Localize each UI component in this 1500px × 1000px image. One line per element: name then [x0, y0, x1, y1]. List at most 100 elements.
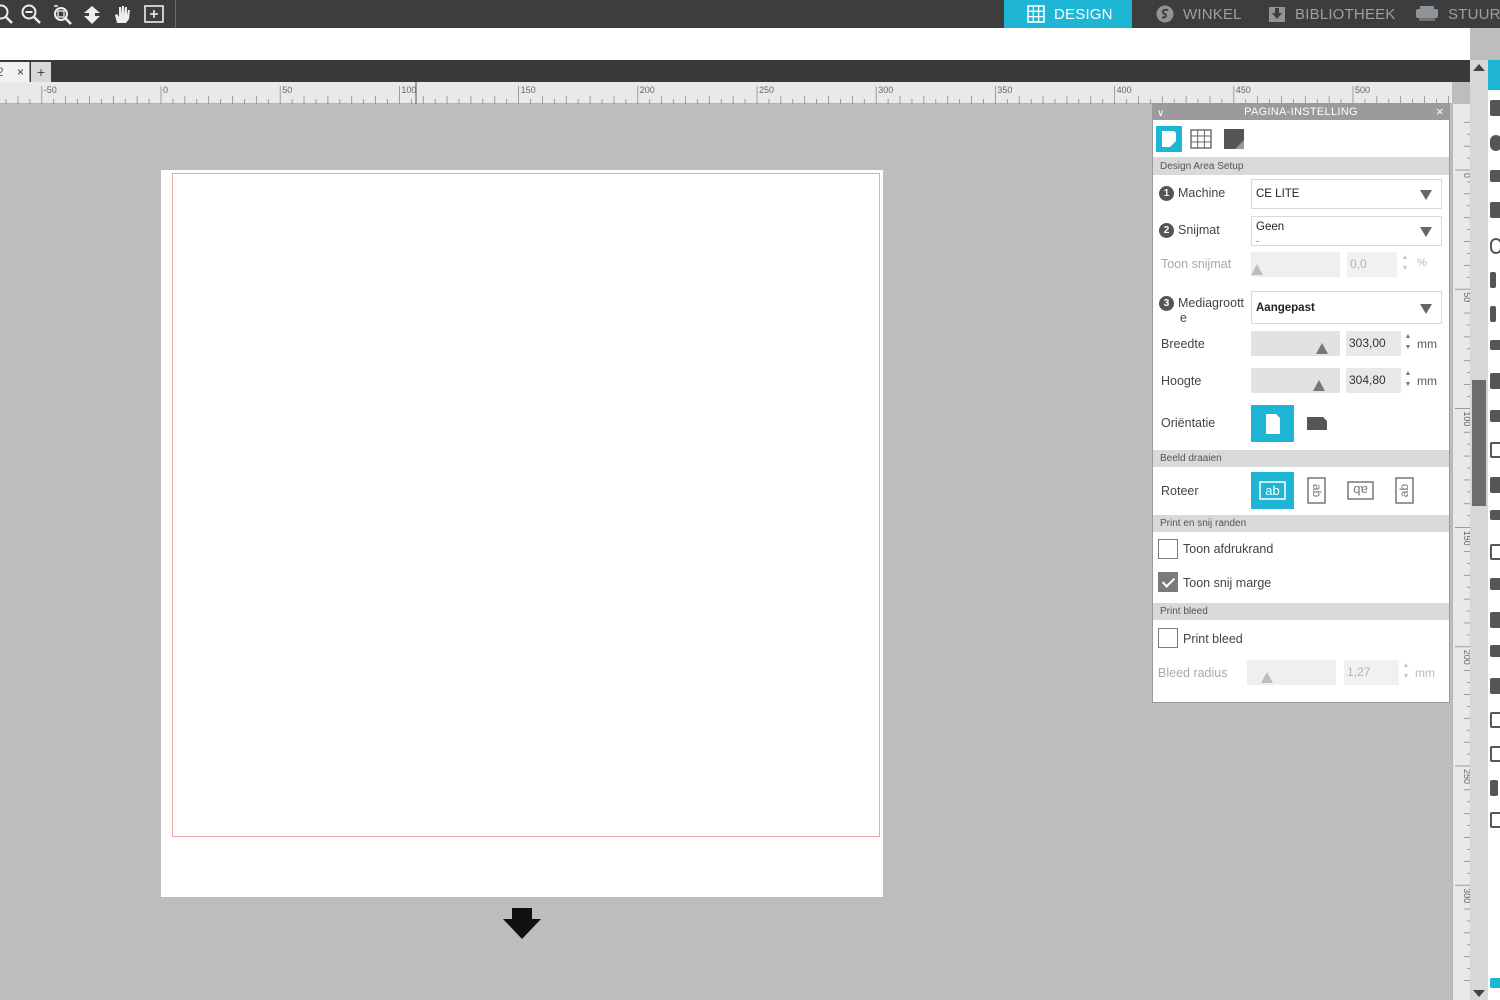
- settings-icon[interactable]: [1490, 978, 1500, 988]
- text-icon[interactable]: [1490, 272, 1496, 288]
- bleed-radius-input[interactable]: 1,27: [1344, 660, 1399, 685]
- spin-up-icon[interactable]: ▲: [1403, 662, 1410, 669]
- hoogte-input[interactable]: 304,80: [1346, 368, 1401, 393]
- right-tool-strip: [1488, 60, 1500, 1000]
- breedte-spinner[interactable]: ▲ ▼: [1404, 331, 1412, 353]
- bleed-radius-slider[interactable]: [1247, 660, 1336, 685]
- transform-icon[interactable]: [1490, 373, 1500, 389]
- fill-pattern-icon[interactable]: [1490, 410, 1500, 422]
- slider-knob-icon[interactable]: [1316, 343, 1328, 354]
- background-icon[interactable]: [1221, 126, 1247, 152]
- close-icon[interactable]: ×: [1436, 104, 1444, 120]
- toon-snijmat-input[interactable]: 0,0: [1347, 252, 1397, 277]
- replicate-icon[interactable]: [1490, 442, 1500, 458]
- rotate-270-button[interactable]: ab: [1383, 472, 1426, 509]
- rotate-0-button[interactable]: ab: [1251, 472, 1294, 509]
- orientatie-row: Oriëntatie: [1153, 402, 1449, 450]
- page-setup-panel: ∨ PAGINA-INSTELLING × Design Area Setup …: [1152, 103, 1450, 703]
- portrait-button[interactable]: [1251, 405, 1294, 442]
- rotate-90-button[interactable]: ab: [1295, 472, 1338, 509]
- fill-icon[interactable]: [1490, 135, 1500, 151]
- view-tools: [0, 0, 176, 28]
- library-icon: [1267, 4, 1287, 24]
- rotate-180-button[interactable]: ab: [1339, 472, 1382, 509]
- snijmat-value-sub: -: [1256, 236, 1259, 246]
- zoom-in-icon[interactable]: [0, 3, 16, 25]
- spin-down-icon[interactable]: ▼: [1402, 265, 1409, 272]
- rotate-0-icon: ab: [1259, 481, 1286, 500]
- spin-down-icon[interactable]: ▼: [1405, 381, 1412, 388]
- align-icon[interactable]: [1490, 340, 1500, 350]
- spin-up-icon[interactable]: ▲: [1402, 254, 1409, 261]
- knife-icon[interactable]: [1490, 645, 1500, 657]
- breedte-input[interactable]: 303,00: [1346, 331, 1401, 356]
- top-toolbar: DESIGN WINKEL BIBLIOTHEEK STUUR: [0, 0, 1500, 28]
- spin-down-icon[interactable]: ▼: [1405, 344, 1412, 351]
- spin-down-icon[interactable]: ▼: [1403, 673, 1410, 680]
- tab-winkel[interactable]: WINKEL: [1133, 0, 1257, 28]
- breedte-slider[interactable]: [1251, 331, 1340, 356]
- vertical-ruler: 0 50 100 150 200 250 300: [1452, 104, 1472, 1000]
- tab-design[interactable]: DESIGN: [1004, 0, 1132, 28]
- image-effects-icon[interactable]: [1490, 812, 1500, 828]
- print-bleed-checkbox[interactable]: [1158, 628, 1178, 648]
- image-icon[interactable]: [1490, 202, 1500, 218]
- toon-snijmat-spinner[interactable]: ▲ ▼: [1401, 252, 1409, 274]
- tool-icon[interactable]: [1490, 306, 1496, 322]
- hoogte-label: Hoogte: [1161, 374, 1202, 388]
- machine-select[interactable]: CE LITE: [1251, 179, 1442, 209]
- layers-icon[interactable]: [1490, 712, 1500, 728]
- scrollbar-thumb[interactable]: [1472, 380, 1486, 506]
- document-tab-bar: 2 × +: [0, 60, 1470, 82]
- tab-stuur[interactable]: STUUR: [1392, 0, 1500, 28]
- move-down-icon[interactable]: [81, 3, 105, 25]
- snijmat-select[interactable]: Geen -: [1251, 216, 1442, 246]
- scroll-down-icon[interactable]: [1473, 990, 1485, 997]
- zoom-page-icon[interactable]: [143, 3, 167, 25]
- page-setup-strip-icon[interactable]: [1488, 60, 1500, 90]
- send-icon[interactable]: [1490, 100, 1500, 116]
- toon-snij-marge-checkbox[interactable]: [1158, 572, 1178, 592]
- star-icon[interactable]: [1490, 544, 1500, 560]
- hoogte-spinner[interactable]: ▲ ▼: [1404, 368, 1412, 390]
- page-setup-icon[interactable]: [1156, 126, 1182, 152]
- offset-icon[interactable]: [1490, 510, 1500, 520]
- toon-afdrukrand-checkbox[interactable]: [1158, 539, 1178, 559]
- landscape-button[interactable]: [1296, 405, 1339, 442]
- shape-icon[interactable]: [1490, 238, 1500, 254]
- line-style-icon[interactable]: [1490, 170, 1500, 182]
- zoom-out-icon[interactable]: [20, 3, 44, 25]
- step-2-badge: 2: [1159, 223, 1174, 238]
- vertical-scrollbar[interactable]: [1470, 60, 1488, 1000]
- text-style-icon[interactable]: [1490, 780, 1498, 796]
- design-page[interactable]: [161, 170, 883, 897]
- modify-icon[interactable]: [1490, 477, 1500, 493]
- document-tab[interactable]: 2 ×: [0, 62, 30, 82]
- add-document-button[interactable]: +: [31, 62, 51, 82]
- toon-snijmat-slider[interactable]: [1251, 252, 1340, 277]
- print-icon[interactable]: [1490, 678, 1500, 694]
- spin-up-icon[interactable]: ▲: [1405, 370, 1412, 377]
- mediagrootte-label: 3 Mediagroott e: [1159, 296, 1244, 325]
- slider-knob-icon[interactable]: [1313, 380, 1325, 391]
- close-tab-button[interactable]: ×: [17, 65, 24, 79]
- slider-knob-icon[interactable]: [1261, 672, 1273, 683]
- pan-hand-icon[interactable]: [111, 3, 135, 25]
- vertical-ruler-ticks: 050100150200250300: [1455, 121, 1472, 981]
- weld-icon[interactable]: [1490, 578, 1500, 590]
- scroll-up-icon[interactable]: [1473, 64, 1485, 71]
- ruler-label: 200: [640, 85, 655, 95]
- library-panel-icon[interactable]: [1490, 746, 1500, 762]
- zoom-fit-icon[interactable]: [51, 3, 75, 25]
- spin-up-icon[interactable]: ▲: [1405, 333, 1412, 340]
- ruler-label: 100: [401, 85, 416, 95]
- snijmat-row: 2 Snijmat Geen -: [1153, 212, 1449, 249]
- tab-bibliotheek[interactable]: BIBLIOTHEEK: [1245, 0, 1400, 28]
- hoogte-slider[interactable]: [1251, 368, 1340, 393]
- roteer-row: Roteer ab ab ab ab: [1153, 467, 1449, 515]
- slider-knob-icon[interactable]: [1251, 264, 1263, 275]
- trace-icon[interactable]: [1490, 612, 1500, 628]
- grid-setup-icon[interactable]: [1188, 126, 1214, 152]
- bleed-radius-spinner[interactable]: ▲ ▼: [1402, 660, 1410, 682]
- mediagrootte-select[interactable]: Aangepast: [1251, 291, 1442, 324]
